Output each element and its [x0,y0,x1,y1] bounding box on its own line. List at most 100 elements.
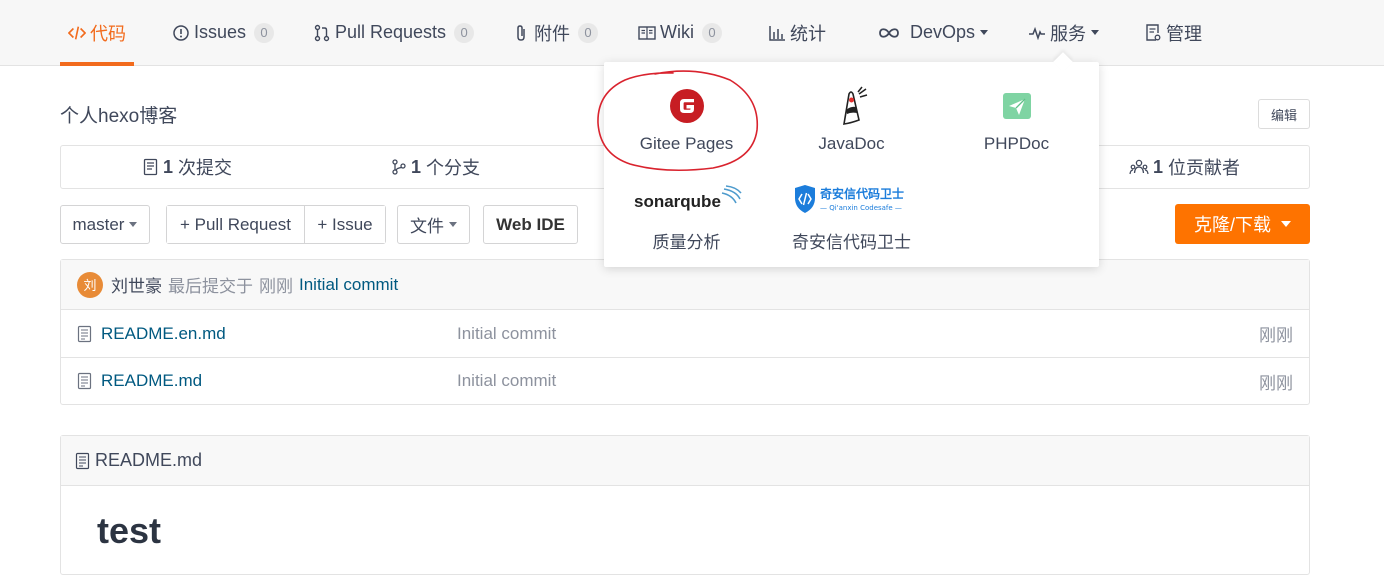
java-duke-logo [835,84,869,128]
pull-request-icon [313,24,331,42]
last-commit-bar: 刘 刘世豪 最后提交于 刚刚 Initial commit [61,260,1309,310]
qianxin-wordmark: 奇安信代码卫士 [820,186,904,201]
infinity-icon [876,24,902,42]
service-gitee-pages[interactable]: Gitee Pages [604,84,769,154]
branches-label: 个分支 [426,158,481,178]
file-menu-button[interactable]: 文件 [397,205,470,244]
contributors-stat[interactable]: 1 位贡献者 [1129,146,1240,188]
tab-manage[interactable]: 管理 [1144,0,1202,65]
branch-name: master [72,214,125,234]
tab-label: 服务 [1050,23,1086,44]
service-label: JavaDoc [818,134,885,153]
create-button-group: + Pull Request + Issue [166,205,386,244]
commit-log-icon [143,158,159,176]
branch-icon [391,158,407,176]
table-row: README.en.md Initial commit 刚刚 [61,310,1309,357]
clone-label: 克隆/下载 [1193,215,1271,235]
tab-label: Issues [194,22,247,42]
file-commit-message[interactable]: Initial commit [457,371,556,391]
web-ide-button[interactable]: Web IDE [483,205,578,244]
service-qianxin-codesafe[interactable]: 奇安信代码卫士 — Qi'anxin Codesafe — 奇安信代码卫士 [769,178,934,253]
readme-header: README.md [61,436,1309,486]
code-icon [68,24,86,42]
branch-select[interactable]: master [60,205,150,244]
sonarqube-wordmark: sonarqube [634,192,721,211]
contributors-icon [1129,158,1149,176]
file-name: README.md [101,371,203,390]
book-icon [638,24,656,42]
file-name: README.en.md [101,323,226,343]
chevron-down-icon [1281,221,1291,227]
service-label: PHPDoc [983,134,1050,153]
commits-stat[interactable]: 1 次提交 [143,146,232,188]
commit-action: 最后提交于 [168,277,253,296]
wiki-count-badge: 0 [702,22,722,43]
issue-icon [172,24,190,42]
chevron-down-icon [449,222,457,227]
contributors-count: 1 [1153,156,1164,177]
branches-stat[interactable]: 1 个分支 [391,146,480,188]
commit-author[interactable]: 刘世豪 [111,272,162,297]
tab-statistics[interactable]: 统计 [768,0,826,65]
new-pull-request-button[interactable]: + Pull Request [167,206,304,243]
readme-panel: README.md test [60,435,1310,575]
file-icon [77,372,92,390]
tab-issues[interactable]: Issues 0 [172,0,275,65]
tab-label: 代码 [90,23,126,44]
services-dropdown: Gitee Pages JavaDoc PHPDoc sonarqube 质量分… [604,62,1099,267]
tab-label: Wiki [660,22,694,42]
clone-download-button[interactable]: 克隆/下载 [1175,204,1310,244]
qianxin-tagline: — Qi'anxin Codesafe — [820,204,902,212]
commit-message-link[interactable]: Initial commit [299,275,398,295]
service-sonarqube[interactable]: sonarqube 质量分析 [604,178,769,253]
tab-devops[interactable]: DevOps [876,0,989,65]
issues-count-badge: 0 [254,22,275,43]
readme-filename: README.md [95,450,203,470]
commits-label: 次提交 [178,158,233,178]
file-link[interactable]: README.en.md [77,324,226,344]
tab-label: DevOps [910,22,976,42]
service-label: Gitee Pages [639,134,734,153]
file-commit-time: 刚刚 [1259,373,1293,393]
readme-heading: test [97,510,162,551]
tab-label: 附件 [534,23,570,44]
file-commit-message[interactable]: Initial commit [457,324,556,344]
file-link[interactable]: README.md [77,371,202,391]
service-phpdoc[interactable]: PHPDoc [934,84,1099,154]
avatar[interactable]: 刘 [77,271,103,298]
paperclip-icon [512,24,530,42]
branches-count: 1 [411,156,422,177]
tab-label: 管理 [1166,23,1202,44]
repo-nav-bar: 代码 Issues 0 Pull Requests 0 附件 0 Wiki 0 … [0,0,1384,66]
commits-count: 1 [163,156,174,177]
pulse-icon [1028,24,1046,42]
edit-description-button[interactable]: 编辑 [1258,99,1310,129]
phpdoc-logo [1001,84,1033,128]
service-label: 质量分析 [652,233,721,252]
chevron-down-icon [129,222,138,227]
gitee-logo [669,84,705,128]
tab-label: 统计 [790,23,826,44]
settings-doc-icon [1144,23,1162,42]
repo-description: 个人hexo博客 [60,106,178,127]
sonarqube-logo: sonarqube [632,178,742,222]
chevron-down-icon [1091,30,1099,35]
table-row: README.md Initial commit 刚刚 [61,357,1309,404]
file-commit-time: 刚刚 [1259,326,1293,345]
new-issue-button[interactable]: + Issue [304,206,385,243]
tab-wiki[interactable]: Wiki 0 [638,0,722,65]
bar-chart-icon [768,24,786,42]
chevron-down-icon [980,30,989,35]
file-icon [77,325,92,342]
tab-pull-requests[interactable]: Pull Requests 0 [313,0,475,65]
contributors-label: 位贡献者 [1168,158,1241,178]
tab-code[interactable]: 代码 [60,0,134,66]
attachments-count-badge: 0 [578,22,598,43]
service-javadoc[interactable]: JavaDoc [769,84,934,154]
tab-attachments[interactable]: 附件 0 [512,0,598,65]
qianxin-logo: 奇安信代码卫士 — Qi'anxin Codesafe — [793,178,911,222]
tab-label: Pull Requests [335,22,447,42]
file-icon [75,452,90,469]
pull-requests-count-badge: 0 [454,22,475,43]
service-label: 奇安信代码卫士 [792,233,911,252]
